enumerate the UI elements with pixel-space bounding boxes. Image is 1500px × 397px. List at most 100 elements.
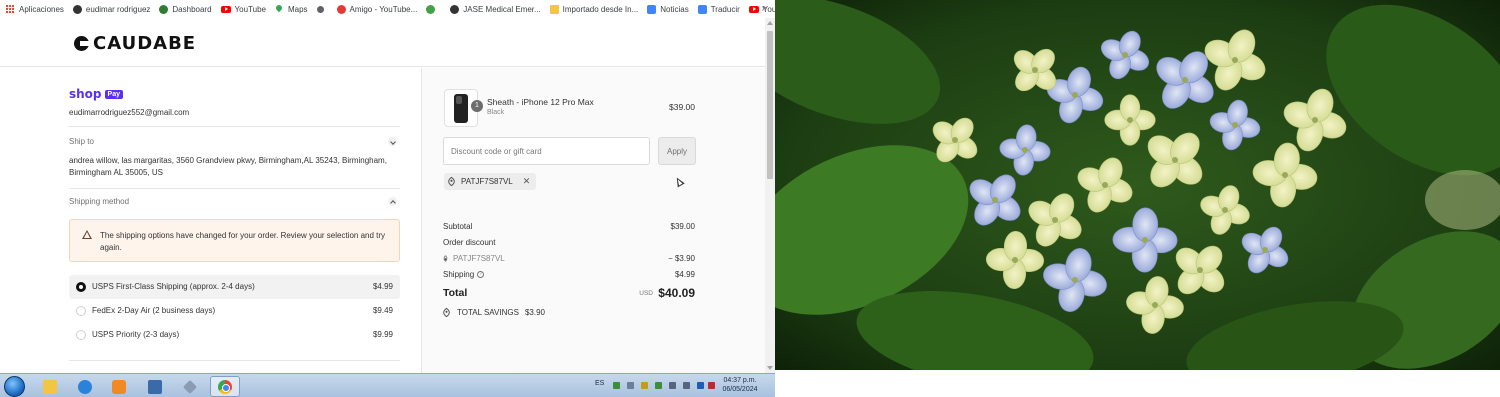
floret-center [1032, 67, 1038, 73]
floret-center [1312, 117, 1318, 123]
radio-unselected[interactable] [76, 330, 86, 340]
taskbar-media[interactable] [104, 376, 134, 397]
checkout-details: shop Pay eudimarrodriguez552@gmail.com S… [0, 68, 422, 373]
bookmark-dashboard[interactable]: Dashboard [159, 4, 212, 14]
store-brand: CAUDABE [93, 33, 197, 54]
shipping-label: Shipping [443, 270, 475, 279]
taskbar-explorer[interactable] [35, 376, 65, 397]
floret-center [1072, 92, 1078, 98]
translate-icon [697, 4, 707, 14]
floret-center [1232, 57, 1238, 63]
maps-pin-icon [275, 5, 284, 14]
shipping-option-label: FedEx 2-Day Air (2 business days) [92, 306, 216, 315]
dashboard-icon [159, 4, 169, 14]
bookmark-green[interactable] [426, 4, 439, 14]
total-value: $40.09 [658, 286, 695, 300]
remove-discount-button[interactable]: ✕ [523, 176, 531, 187]
floret-center [1152, 302, 1158, 308]
order-summary: Sheath - iPhone 12 Pro Max Black $39.00 … [422, 68, 765, 373]
discount-code-input[interactable] [443, 137, 650, 165]
news-icon [647, 4, 657, 14]
floret-center [1142, 237, 1148, 243]
bookmark-label: Amigo - YouTube... [349, 4, 418, 14]
shipping-row: Shipping? $4.99 [443, 270, 695, 279]
total-label: Total [443, 287, 468, 299]
shipping-option-usps-priority[interactable]: USPS Priority (2-3 days) $9.99 [69, 323, 400, 347]
bookmark-youtube[interactable]: YouTube [220, 5, 266, 14]
subtotal-label: Subtotal [443, 222, 473, 231]
applied-discount-code: PATJF7S87VL [461, 177, 513, 186]
info-icon[interactable]: ? [477, 271, 485, 279]
bookmarks-more-button[interactable]: » [761, 3, 767, 14]
bookmark-maps[interactable]: Maps [275, 5, 308, 14]
scrollbar-thumb[interactable] [767, 31, 773, 179]
taskbar-ie[interactable] [70, 376, 100, 397]
chevron-up-icon[interactable] [388, 197, 397, 206]
shop-pay-shop-text: shop [69, 87, 102, 101]
floret-center [1122, 52, 1128, 58]
clock-date: 06/05/2024 [722, 386, 758, 393]
discount-code-label: PATJF7S87VL [453, 254, 505, 263]
bookmark-amigo[interactable]: Amigo - YouTube... [336, 4, 418, 14]
applied-discount-tag: PATJF7S87VL ✕ [444, 173, 537, 190]
page-scrollbar[interactable] [765, 18, 775, 373]
discount-code-row: PATJF7S87VL − $3.90 [441, 254, 695, 263]
floret-center [1197, 267, 1203, 273]
taskbar-chrome[interactable] [210, 376, 240, 397]
bookmark-jase[interactable]: JASE Medical Emer... [450, 4, 541, 14]
chrome-icon [218, 379, 232, 394]
petal [1132, 207, 1159, 242]
tray-shield-icon[interactable] [613, 382, 620, 389]
taskbar-network[interactable] [140, 376, 170, 397]
folder-icon [549, 4, 559, 14]
bookmark-traducir[interactable]: Traducir [697, 4, 740, 14]
total-savings-value: $3.90 [524, 308, 545, 317]
tray-flag-icon[interactable] [708, 382, 715, 389]
radio-unselected[interactable] [76, 306, 86, 316]
hydrangea-photo [775, 0, 1500, 370]
floret-center [1127, 117, 1133, 123]
product-name: Sheath - iPhone 12 Pro Max [487, 97, 594, 107]
shipping-option-usps-first-class[interactable]: USPS First-Class Shipping (approx. 2-4 d… [69, 275, 400, 299]
apply-discount-button[interactable]: Apply [658, 137, 696, 165]
internet-explorer-icon [78, 379, 92, 394]
shipping-option-fedex-2day[interactable]: FedEx 2-Day Air (2 business days) $9.49 [69, 299, 400, 323]
bookmark-unnamed[interactable] [316, 5, 328, 13]
tag-icon [441, 307, 452, 318]
store-logo[interactable]: CAUDABE [74, 33, 196, 54]
caudabe-logo-icon [74, 36, 89, 51]
chevron-down-icon[interactable] [388, 137, 397, 146]
product-variant: Black [487, 109, 505, 116]
taskbar-tools[interactable] [175, 376, 205, 397]
warning-icon [82, 230, 92, 239]
network-status-icon[interactable] [683, 382, 690, 389]
bookmark-label: eudimar rodriguez [85, 4, 151, 14]
taskbar: ES 04:37 p.m. 06/05/2024 [0, 373, 775, 397]
bookmark-eudimar[interactable]: eudimar rodriguez [72, 4, 151, 14]
bookmark-noticias[interactable]: Noticias [647, 4, 689, 14]
discount-code-line: PATJF7S87VL [441, 254, 695, 263]
tray-security-icon[interactable] [655, 382, 662, 389]
radio-selected[interactable] [76, 282, 86, 292]
start-button[interactable] [4, 376, 25, 397]
scroll-down-arrow-icon[interactable] [767, 366, 773, 370]
system-clock[interactable]: 04:37 p.m. 06/05/2024 [716, 376, 764, 394]
subtotal-value: $39.00 [670, 222, 695, 231]
screen: Aplicaciones eudimar rodriguez Dashboard… [0, 0, 1500, 397]
link-icon [316, 5, 324, 13]
floret-center [1232, 122, 1238, 128]
network-icon [148, 379, 162, 394]
tray-arrow-icon[interactable] [627, 382, 634, 389]
youtube-icon [220, 5, 231, 13]
youtube-icon [748, 5, 759, 13]
bookmark-apps[interactable]: Aplicaciones [6, 4, 64, 14]
product-quantity-badge: 1 [471, 100, 483, 112]
bookmark-importado[interactable]: Importado desde In... [549, 4, 638, 14]
tray-app-icon[interactable] [641, 382, 648, 389]
bluetooth-icon[interactable] [697, 382, 704, 389]
scroll-up-arrow-icon[interactable] [767, 21, 773, 25]
language-indicator[interactable]: ES [595, 380, 604, 387]
order-discount-label: Order discount [443, 238, 496, 247]
green-circle-icon [426, 4, 436, 14]
volume-icon[interactable] [669, 382, 676, 389]
